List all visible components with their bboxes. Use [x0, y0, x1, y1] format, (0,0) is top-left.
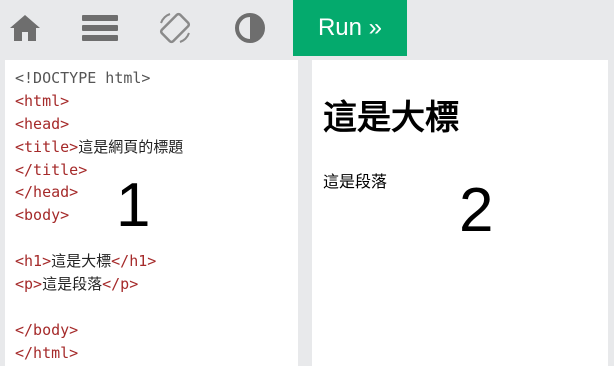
code-tag: </head> [15, 183, 79, 202]
code-tag: </title> [15, 160, 88, 179]
code-doctype: <!DOCTYPE html> [15, 69, 151, 87]
code-tag: </h1> [111, 252, 157, 271]
code-line: </html> [15, 342, 183, 365]
menu-icon[interactable] [81, 10, 119, 46]
contrast-icon[interactable] [231, 10, 269, 46]
code-line: <body> [15, 204, 183, 227]
code-tag: <body> [15, 206, 70, 225]
code-tag: <html> [15, 91, 70, 110]
code-tag: <title> [15, 137, 79, 156]
code-text: 這是段落 [42, 275, 103, 294]
code-lines: <!DOCTYPE html> <html> <head> <title>這是網… [15, 67, 183, 365]
code-tag: </p> [102, 275, 139, 294]
code-line: <h1>這是大標</h1> [15, 250, 183, 273]
result-panel-number: 2 [459, 176, 494, 245]
code-text: 這是網頁的標題 [78, 137, 184, 156]
code-line: <p>這是段落</p> [15, 273, 183, 296]
code-line: <title>這是網頁的標題 [15, 136, 183, 159]
code-tag: </html> [15, 343, 79, 362]
code-text: 這是大標 [51, 252, 112, 271]
home-icon[interactable] [6, 10, 44, 46]
code-line: </head> [15, 181, 183, 204]
code-line: </body> [15, 319, 183, 342]
code-line: <!DOCTYPE html> [15, 67, 183, 90]
panel-divider[interactable] [298, 60, 311, 366]
code-tag: <p> [15, 275, 43, 294]
result-heading: 這是大標 [323, 98, 459, 138]
code-tag: </body> [15, 320, 79, 339]
code-line: </title> [15, 159, 183, 182]
scroll-edge [608, 56, 614, 366]
result-panel: 這是大標 這是段落 2 [312, 60, 608, 366]
code-panel-number: 1 [116, 171, 151, 240]
code-line: <html> [15, 90, 183, 113]
run-button[interactable]: Run » [293, 0, 407, 56]
code-tag: <h1> [15, 252, 52, 271]
rotate-icon[interactable] [156, 10, 194, 46]
code-tag: <head> [15, 114, 70, 133]
result-paragraph: 這是段落 [323, 172, 388, 191]
code-editor[interactable]: <!DOCTYPE html> <html> <head> <title>這是網… [5, 60, 298, 366]
toolbar: Run » [0, 0, 614, 56]
code-line: <head> [15, 113, 183, 136]
